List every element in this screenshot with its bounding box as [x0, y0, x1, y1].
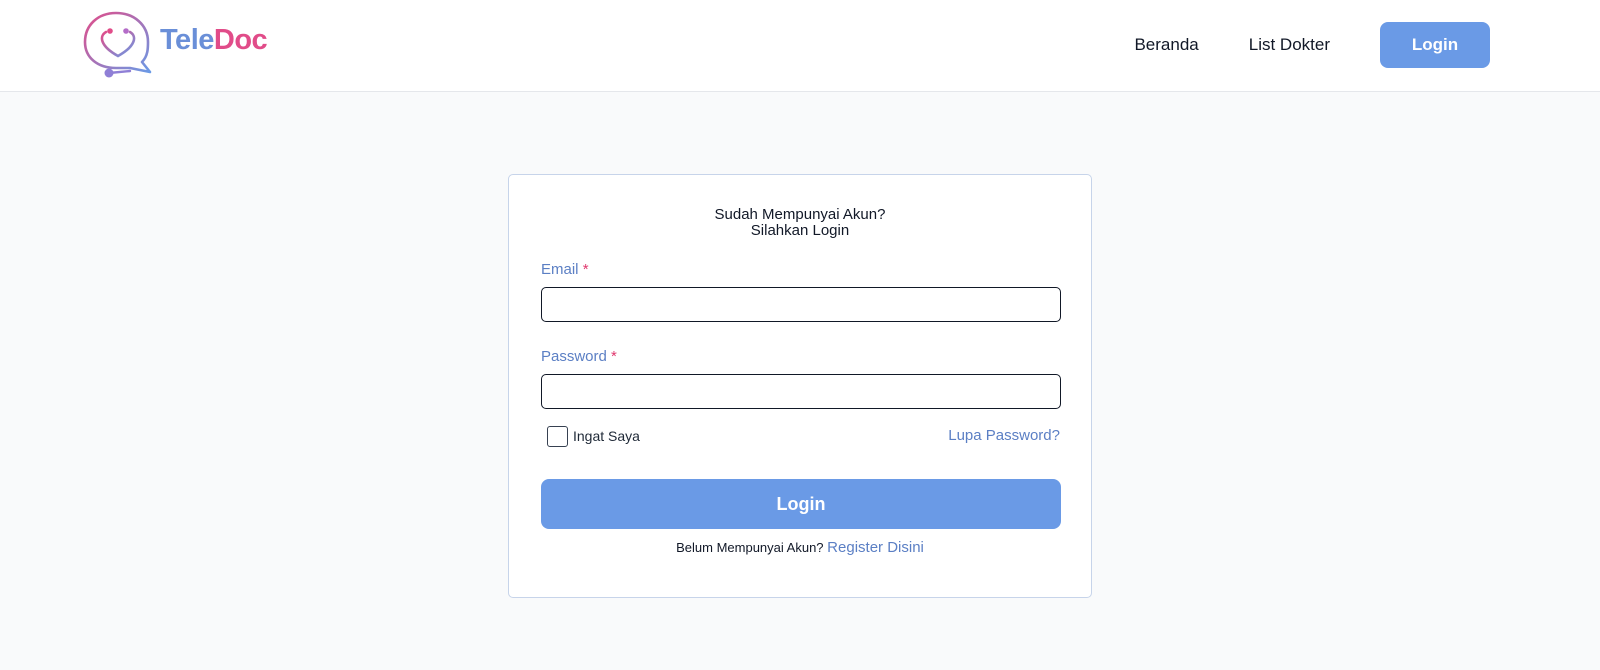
login-title-line2: Silahkan Login: [750, 222, 850, 239]
brand-logo-link[interactable]: TeleDoc: [82, 10, 268, 80]
nav-link-beranda[interactable]: Beranda: [1134, 35, 1198, 55]
nav-login-button[interactable]: Login: [1380, 22, 1490, 68]
password-label-text: Password: [541, 348, 607, 365]
remember-me-label: Ingat Saya: [573, 428, 640, 444]
email-label: Email *: [541, 261, 589, 278]
brand-name: TeleDoc: [160, 23, 268, 57]
forgot-password-link[interactable]: Lupa Password?: [948, 427, 1060, 444]
email-field[interactable]: [541, 287, 1061, 322]
email-label-text: Email: [541, 261, 579, 278]
email-required-mark: *: [582, 261, 589, 278]
register-prompt: Belum Mempunyai Akun?: [676, 540, 824, 555]
nav-links: Beranda List Dokter Login: [1134, 22, 1490, 68]
login-title-line1: Sudah Mempunyai Akun?: [714, 206, 886, 223]
navbar: TeleDoc Beranda List Dokter Login: [0, 0, 1600, 92]
brand-name-tele: Tele: [160, 23, 214, 56]
remember-me-checkbox[interactable]: [547, 425, 568, 447]
login-card: Sudah Mempunyai Akun? Silahkan Login Ema…: [508, 174, 1092, 598]
register-link[interactable]: Register Disini: [827, 539, 924, 556]
nav-link-list-dokter[interactable]: List Dokter: [1249, 35, 1330, 55]
login-card-title: Sudah Mempunyai Akun? Silahkan Login: [509, 207, 1091, 239]
password-required-mark: *: [611, 348, 617, 365]
login-submit-button[interactable]: Login: [541, 479, 1061, 529]
remember-me[interactable]: Ingat Saya: [547, 425, 640, 447]
stethoscope-heart-chat-icon: [83, 11, 152, 78]
register-row: Belum Mempunyai Akun? Register Disini: [509, 539, 1091, 556]
password-label: Password *: [541, 348, 617, 365]
password-field[interactable]: [541, 374, 1061, 409]
brand-name-doc: Doc: [213, 23, 268, 56]
